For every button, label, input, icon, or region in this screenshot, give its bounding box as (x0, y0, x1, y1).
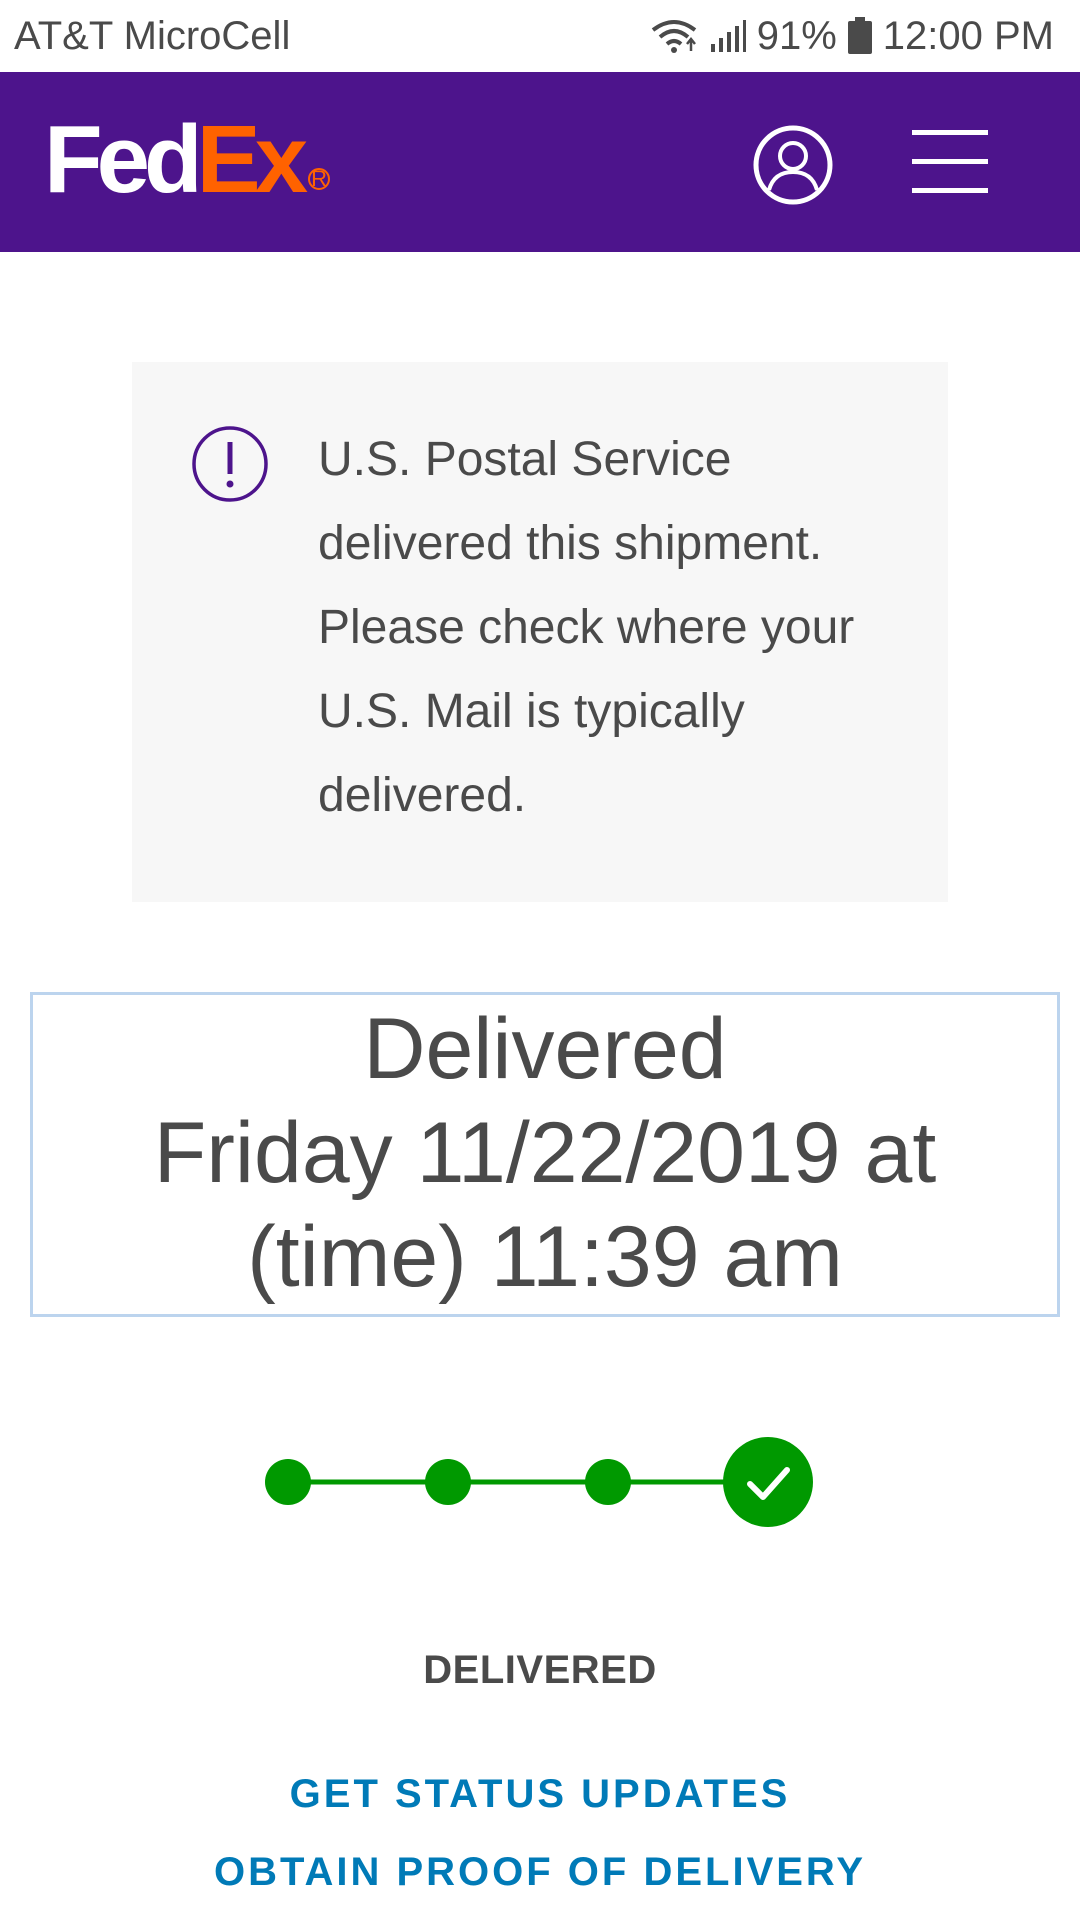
status-label: DELIVERED (423, 1648, 657, 1692)
notice-line: U.S. Mail is typically (318, 685, 745, 738)
signal-icon (710, 20, 746, 52)
delivery-status-heading: Delivered Friday 11/22/2019 at (time) 11… (30, 992, 1060, 1317)
usps-delivery-notice: U.S. Postal Service delivered this shipm… (132, 362, 948, 902)
menu-bar (912, 130, 988, 135)
progress-step-1 (265, 1459, 311, 1505)
wifi-icon (651, 20, 696, 53)
delivery-date: Friday 11/22/2019 at (153, 1105, 937, 1201)
progress-step-3 (585, 1459, 631, 1505)
notice-line: U.S. Postal Service (318, 433, 732, 486)
notice-line: delivered. (318, 769, 527, 822)
exclamation-circle-icon (192, 426, 268, 502)
shipment-progress-tracker (265, 1437, 813, 1527)
hamburger-menu-icon[interactable] (912, 130, 988, 193)
notice-line: Please check where your (318, 601, 855, 654)
registered-mark: R (308, 168, 331, 190)
notice-message: U.S. Postal Service delivered this shipm… (318, 418, 918, 838)
menu-bar (912, 188, 988, 193)
clock: 12:00 PM (882, 13, 1054, 58)
logo-fed: Fed (44, 106, 203, 213)
get-status-updates-link[interactable]: GET STATUS UPDATES (0, 1772, 1080, 1817)
notice-line: delivered this shipment. (318, 517, 823, 570)
fedex-logo[interactable]: FedEx R (44, 112, 331, 208)
logo-ex: Ex (196, 106, 308, 213)
menu-bar (912, 159, 988, 164)
battery-icon (847, 17, 872, 54)
carrier-name: AT&T MicroCell (14, 13, 291, 58)
app-header: FedEx R (0, 72, 1080, 252)
status-bar: AT&T MicroCell 91% 12:00 PM (0, 0, 1080, 72)
delivery-time: (time) 11:39 am (247, 1209, 843, 1305)
obtain-proof-of-delivery-link[interactable]: OBTAIN PROOF OF DELIVERY (0, 1850, 1080, 1895)
user-circle-icon[interactable] (752, 124, 834, 206)
progress-step-4 (723, 1437, 813, 1527)
battery-percent: 91% (756, 13, 837, 58)
status-indicators: 91% 12:00 PM (649, 14, 1054, 59)
progress-step-2 (425, 1459, 471, 1505)
delivery-status: Delivered (363, 1001, 727, 1097)
